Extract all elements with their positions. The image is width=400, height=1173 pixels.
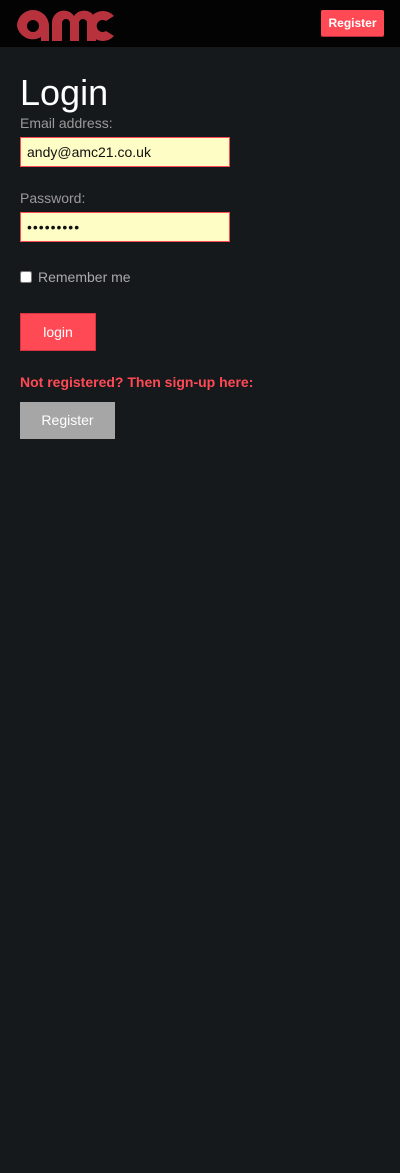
password-field[interactable] bbox=[20, 212, 230, 242]
login-button[interactable]: login bbox=[20, 313, 96, 351]
email-label: Email address: bbox=[20, 115, 113, 131]
register-button[interactable]: Register bbox=[20, 402, 115, 439]
amc-logo-icon[interactable] bbox=[16, 4, 117, 44]
password-label: Password: bbox=[20, 190, 86, 206]
email-field[interactable] bbox=[20, 137, 230, 167]
navbar-register-button[interactable]: Register bbox=[321, 10, 384, 36]
page-title: Login bbox=[20, 72, 109, 113]
top-navbar: Register bbox=[0, 0, 400, 47]
signup-prompt: Not registered? Then sign-up here: bbox=[20, 374, 254, 390]
remember-me-checkbox[interactable] bbox=[20, 271, 32, 283]
remember-me-row: Remember me bbox=[20, 268, 131, 286]
remember-me-label[interactable]: Remember me bbox=[38, 269, 131, 285]
